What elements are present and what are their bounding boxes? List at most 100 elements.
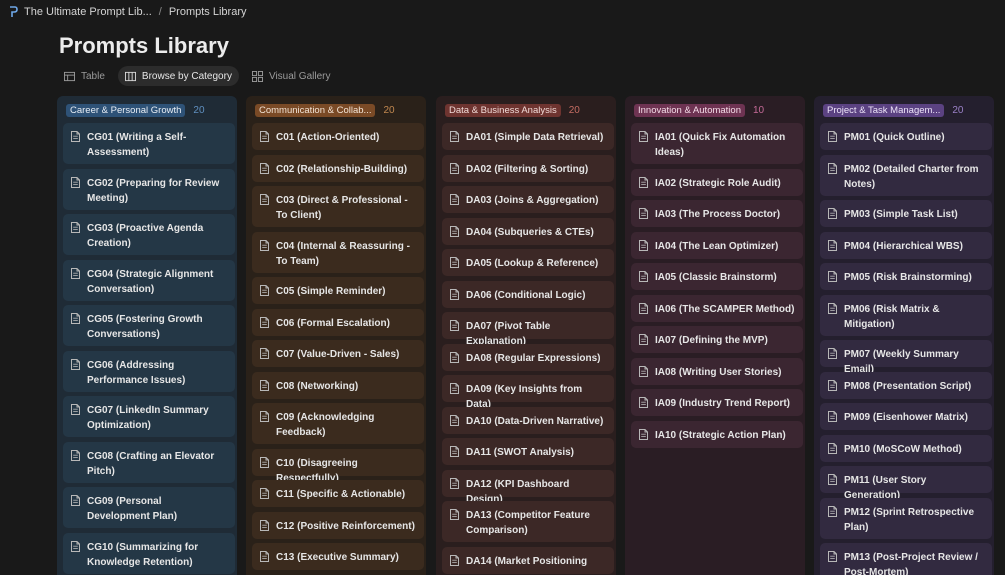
prompt-card[interactable]: C03 (Direct & Professional - To Client) bbox=[252, 186, 424, 227]
prompt-card[interactable]: CG10 (Summarizing for Knowledge Retentio… bbox=[63, 532, 235, 574]
prompt-card[interactable]: CG01 (Writing a Self-Assessment) bbox=[63, 123, 235, 164]
prompt-card[interactable]: DA01 (Simple Data Retrieval) bbox=[442, 123, 614, 150]
prompt-card[interactable]: IA10 (Strategic Action Plan) bbox=[631, 420, 803, 448]
prompt-card[interactable]: DA13 (Competitor Feature Comparison) bbox=[442, 501, 614, 542]
column-title-tag[interactable]: Data & Business Analysis bbox=[445, 103, 561, 117]
prompt-card-title: DA04 (Subqueries & CTEs) bbox=[466, 226, 594, 238]
prompt-card[interactable]: DA05 (Lookup & Reference) bbox=[442, 249, 614, 276]
prompt-card[interactable]: CG06 (Addressing Performance Issues) bbox=[63, 350, 235, 392]
column-title-tag[interactable]: Innovation & Automation bbox=[634, 103, 745, 117]
prompt-card[interactable]: DA03 (Joins & Aggregation) bbox=[442, 186, 614, 213]
prompt-card[interactable]: DA14 (Market Positioning bbox=[442, 546, 614, 574]
prompt-card-title: C11 (Specific & Actionable) bbox=[276, 489, 406, 500]
column-title-tag[interactable]: Communication & Collab... bbox=[255, 103, 376, 117]
prompt-card[interactable]: DA08 (Regular Expressions) bbox=[442, 343, 614, 371]
page-icon bbox=[450, 383, 459, 394]
prompt-card[interactable]: IA09 (Industry Trend Report) bbox=[631, 389, 803, 416]
prompt-card[interactable]: PM06 (Risk Matrix & Mitigation) bbox=[820, 294, 992, 336]
prompt-card-title: C09 (Acknowledging Feedback) bbox=[276, 412, 375, 438]
prompt-card[interactable]: C12 (Positive Reinforcement) bbox=[252, 511, 424, 539]
tab-browse-by-category[interactable]: Browse by Category bbox=[117, 66, 239, 86]
tab-visual-gallery[interactable]: Visual Gallery bbox=[245, 66, 338, 86]
prompt-card[interactable]: CG09 (Personal Development Plan) bbox=[63, 487, 235, 528]
prompt-card-title: DA03 (Joins & Aggregation) bbox=[466, 195, 599, 206]
prompt-card[interactable]: C09 (Acknowledging Feedback) bbox=[252, 403, 424, 444]
prompt-card[interactable]: IA01 (Quick Fix Automation Ideas) bbox=[631, 123, 803, 164]
prompt-card[interactable]: PM13 (Post-Project Review / Post-Mortem) bbox=[820, 543, 992, 575]
prompt-card[interactable]: CG02 (Preparing for Review Meeting) bbox=[63, 168, 235, 210]
prompt-card[interactable]: DA09 (Key Insights from Data) bbox=[442, 375, 614, 410]
page-icon bbox=[828, 474, 837, 485]
board-column: Communication & Collab... 20 C01 (Action-O… bbox=[246, 96, 426, 575]
tab-label: Browse by Category bbox=[141, 70, 232, 82]
prompt-card[interactable]: IA04 (The Lean Optimizer) bbox=[631, 231, 803, 259]
column-header: Innovation & Automation 10 bbox=[634, 103, 804, 117]
prompt-card[interactable]: C06 (Formal Escalation) bbox=[252, 308, 424, 336]
column-count: 20 bbox=[952, 104, 964, 116]
prompt-card[interactable]: PM05 (Risk Brainstorming) bbox=[820, 263, 992, 290]
workspace-logo-icon[interactable] bbox=[8, 6, 18, 18]
prompt-card[interactable]: IA02 (Strategic Role Audit) bbox=[631, 168, 803, 196]
prompt-card[interactable]: DA12 (KPI Dashboard Design) bbox=[442, 469, 614, 505]
prompt-card[interactable]: PM10 (MoSCoW Method) bbox=[820, 434, 992, 462]
prompt-card-title: PM02 (Detailed Charter from Notes) bbox=[844, 163, 979, 190]
tab-label: Table bbox=[81, 70, 105, 82]
prompt-card[interactable]: PM09 (Eisenhower Matrix) bbox=[820, 403, 992, 430]
page-icon bbox=[260, 551, 269, 562]
prompt-card[interactable]: DA02 (Filtering & Sorting) bbox=[442, 154, 614, 182]
prompt-card[interactable]: IA03 (The Process Doctor) bbox=[631, 200, 803, 227]
column-count: 20 bbox=[383, 104, 395, 116]
prompt-card[interactable]: PM01 (Quick Outline) bbox=[820, 123, 992, 150]
page-icon bbox=[828, 131, 837, 142]
column-title-tag[interactable]: Project & Task Managem... bbox=[823, 103, 945, 117]
prompt-card[interactable]: CG05 (Fostering Growth Conversations) bbox=[63, 305, 235, 346]
column-cards: CG01 (Writing a Self-Assessment) CG02 (Pr… bbox=[63, 123, 235, 575]
prompt-card[interactable]: C04 (Internal & Reassuring - To Team) bbox=[252, 231, 424, 273]
prompt-card-title: CG09 (Personal Development Plan) bbox=[87, 496, 178, 522]
prompt-card[interactable]: IA06 (The SCAMPER Method) bbox=[631, 294, 803, 322]
page-icon bbox=[450, 446, 459, 457]
prompt-card[interactable]: PM03 (Simple Task List) bbox=[820, 200, 992, 227]
prompt-card[interactable]: DA07 (Pivot Table Explanation) bbox=[442, 312, 614, 347]
prompt-card[interactable]: DA06 (Conditional Logic) bbox=[442, 280, 614, 308]
prompt-card[interactable]: CG04 (Strategic Alignment Conversation) bbox=[63, 259, 235, 301]
prompt-card[interactable]: CG07 (LinkedIn Summary Optimization) bbox=[63, 396, 235, 437]
prompt-card[interactable]: C05 (Simple Reminder) bbox=[252, 277, 424, 304]
prompt-card[interactable]: IA08 (Writing User Stories) bbox=[631, 357, 803, 385]
tab-label: Visual Gallery bbox=[268, 70, 331, 82]
breadcrumb-current[interactable]: Prompts Library bbox=[169, 6, 247, 18]
column-title-tag[interactable]: Career & Personal Growth bbox=[66, 103, 186, 117]
prompt-card-title: DA05 (Lookup & Reference) bbox=[466, 258, 599, 269]
prompt-card[interactable]: PM04 (Hierarchical WBS) bbox=[820, 231, 992, 259]
prompt-card[interactable]: IA07 (Defining the MVP) bbox=[631, 326, 803, 353]
prompt-card[interactable]: IA05 (Classic Brainstorm) bbox=[631, 263, 803, 290]
prompt-card[interactable]: DA10 (Data-Driven Narrative) bbox=[442, 406, 614, 434]
prompt-card[interactable]: C08 (Networking) bbox=[252, 371, 424, 399]
prompt-card[interactable]: C13 (Executive Summary) bbox=[252, 543, 424, 570]
prompt-card[interactable]: DA11 (SWOT Analysis) bbox=[442, 438, 614, 465]
prompt-card[interactable]: PM07 (Weekly Summary Email) bbox=[820, 340, 992, 375]
prompt-card[interactable]: CG03 (Proactive Agenda Creation) bbox=[63, 214, 235, 255]
prompt-card[interactable]: PM11 (User Story Generation) bbox=[820, 466, 992, 501]
prompt-card[interactable]: C10 (Disagreeing Respectfully) bbox=[252, 448, 424, 484]
prompt-card[interactable]: PM12 (Sprint Retrospective Plan) bbox=[820, 497, 992, 539]
prompt-card-title: C08 (Networking) bbox=[276, 380, 359, 392]
prompt-card-title: PM05 (Risk Brainstorming) bbox=[844, 272, 972, 283]
prompt-card-title: C04 (Internal & Reassuring - To Team) bbox=[276, 240, 410, 267]
prompt-card[interactable]: C02 (Relationship-Building) bbox=[252, 154, 424, 182]
prompt-card[interactable]: C07 (Value-Driven - Sales) bbox=[252, 340, 424, 367]
prompt-card[interactable]: C11 (Specific & Actionable) bbox=[252, 480, 424, 507]
prompt-card[interactable]: PM02 (Detailed Charter from Notes) bbox=[820, 154, 992, 196]
page-icon bbox=[71, 313, 80, 324]
page-icon bbox=[260, 194, 269, 205]
prompt-card[interactable]: PM08 (Presentation Script) bbox=[820, 371, 992, 399]
prompt-card-title: IA06 (The SCAMPER Method) bbox=[655, 303, 795, 315]
page-icon bbox=[639, 131, 648, 142]
prompt-card[interactable]: C01 (Action-Oriented) bbox=[252, 123, 424, 150]
column-header: Career & Personal Growth 20 bbox=[66, 103, 236, 117]
tab-table[interactable]: Table bbox=[57, 66, 112, 86]
breadcrumb-parent[interactable]: The Ultimate Prompt Lib... bbox=[24, 6, 152, 18]
prompt-card[interactable]: CG08 (Crafting an Elevator Pitch) bbox=[63, 441, 235, 483]
prompt-card[interactable]: DA04 (Subqueries & CTEs) bbox=[442, 217, 614, 245]
page-icon bbox=[260, 488, 269, 499]
